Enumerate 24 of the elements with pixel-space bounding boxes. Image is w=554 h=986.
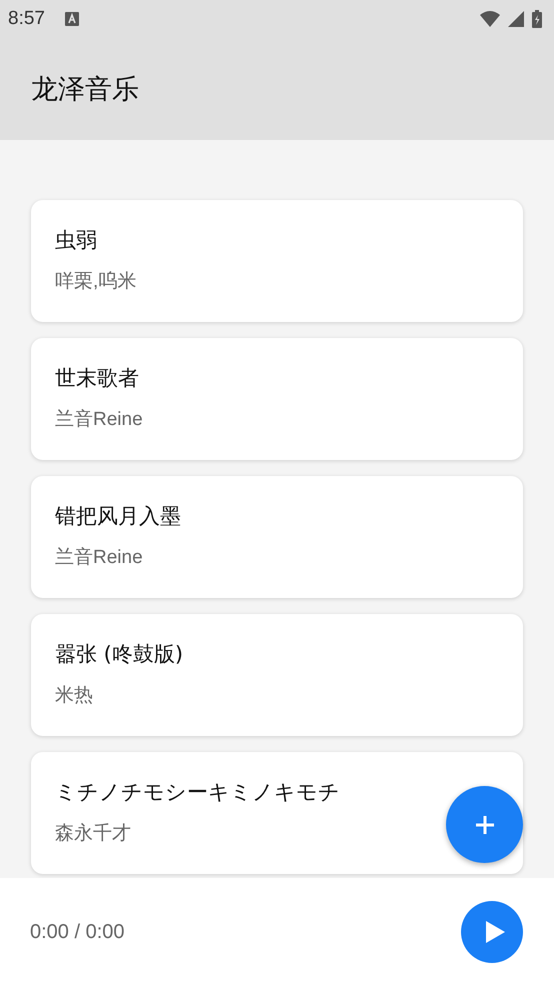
song-card[interactable]: 虫弱 咩栗,呜米 <box>31 200 523 322</box>
wifi-icon <box>480 11 500 27</box>
battery-icon <box>532 10 542 28</box>
song-artist: 米热 <box>55 684 93 708</box>
notification-icon <box>64 12 79 26</box>
song-title: 世末歌者 <box>55 365 139 392</box>
status-time: 8:57 <box>8 8 45 30</box>
song-card[interactable]: 嚣张 (咚鼓版) 米热 <box>31 614 523 736</box>
song-card[interactable]: 世末歌者 兰音Reine <box>31 338 523 460</box>
song-artist: 兰音Reine <box>55 546 143 570</box>
play-icon <box>484 921 504 943</box>
song-card[interactable]: 错把风月入墨 兰音Reine <box>31 476 523 598</box>
song-title: 嚣张 (咚鼓版) <box>55 641 184 668</box>
song-artist: 咩栗,呜米 <box>55 270 136 294</box>
plus-icon <box>474 814 494 834</box>
song-artist: 森永千才 <box>55 822 131 846</box>
playback-time: 0:00 / 0:00 <box>30 920 125 944</box>
song-card[interactable]: ミチノチモシーキミノキモチ 森永千才 <box>31 752 523 874</box>
song-artist: 兰音Reine <box>55 408 143 432</box>
app-title: 龙泽音乐 <box>31 73 139 107</box>
song-title: ミチノチモシーキミノキモチ <box>55 779 340 806</box>
song-title: 虫弱 <box>55 227 97 254</box>
song-title: 错把风月入墨 <box>55 503 181 530</box>
signal-icon <box>508 11 524 27</box>
